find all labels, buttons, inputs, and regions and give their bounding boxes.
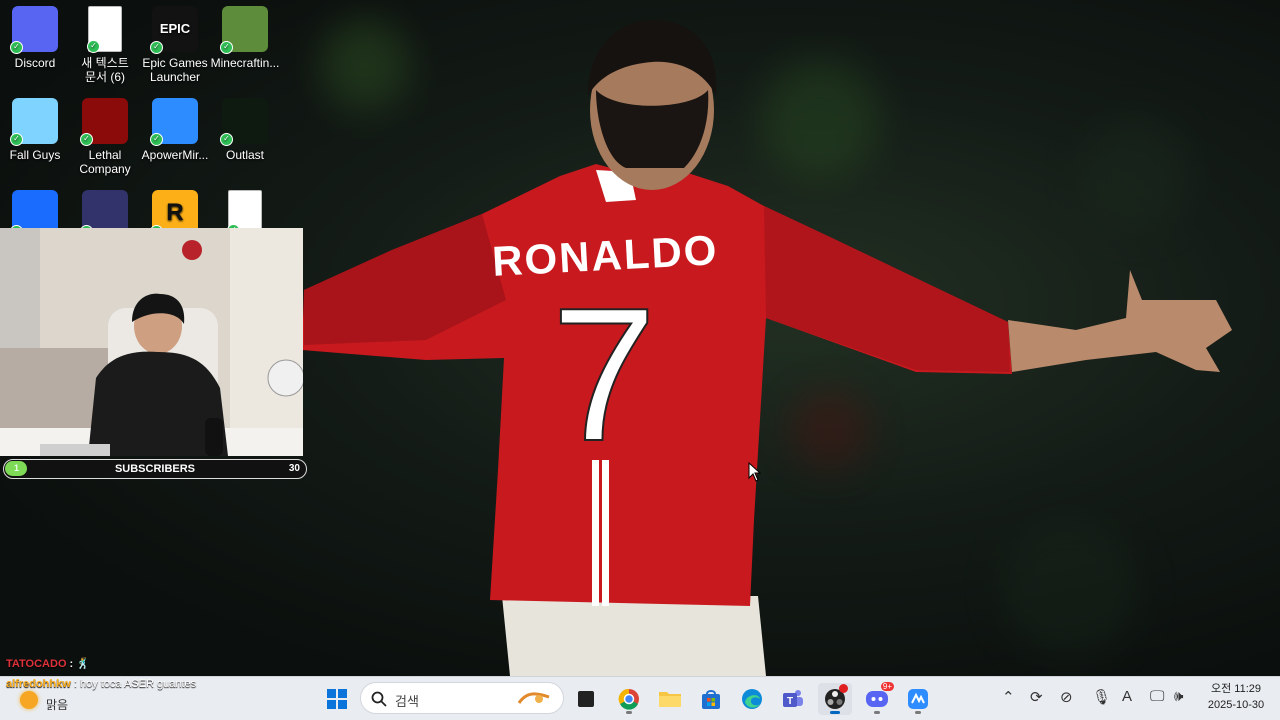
desktop-icon-label: Fall Guys: [9, 148, 61, 162]
start-button[interactable]: [320, 683, 354, 715]
desktop-icon-label: Discord: [14, 56, 56, 70]
sync-icon[interactable]: ⟳: [1030, 688, 1043, 706]
desktop: RONALDO 7 ✓ Discord ✓ 새 텍스트 문서 (6) EPIC ✓ Epic…: [0, 0, 1280, 676]
lethal-company-icon: ✓: [80, 98, 128, 146]
desktop-icon[interactable]: EPIC ✓ Epic Games Launcher: [140, 6, 210, 84]
volume-icon[interactable]: 🕪: [1174, 688, 1183, 705]
webcam-scene: [0, 228, 303, 456]
recording-dot: [839, 684, 848, 693]
chat-text: hoy toca ASER guantes: [79, 678, 197, 690]
file-explorer-dark-icon: [578, 691, 594, 707]
minecraft-icon: ✓: [220, 6, 268, 54]
jersey-number: 7: [551, 269, 657, 481]
taskbar-app-chrome[interactable]: [612, 683, 646, 715]
desktop-icon[interactable]: ✓ Fall Guys: [0, 98, 70, 162]
chat-username: alfredohhkw: [6, 678, 71, 690]
taskbar-app-store[interactable]: [694, 683, 728, 715]
desktop-icon-label: Outlast: [225, 148, 264, 162]
sync-check-icon: ✓: [10, 133, 23, 146]
taskbar-search-box[interactable]: 검색: [360, 682, 564, 714]
store-icon: [702, 690, 720, 709]
taskbar-app-obs[interactable]: [818, 683, 852, 715]
icon-glyph: EPIC: [159, 21, 191, 36]
svg-text:T: T: [787, 696, 793, 707]
running-indicator: [874, 711, 880, 714]
desktop-icon-label: Lethal Company: [79, 148, 131, 176]
epic-games-icon: EPIC ✓: [150, 6, 198, 54]
discord-taskbar-icon: [866, 691, 888, 707]
windows-start-icon: [327, 689, 347, 709]
chat-message: TATOCADO : 🕺: [6, 657, 90, 670]
discord-icon: ✓: [10, 6, 58, 54]
sync-check-icon: ✓: [80, 133, 93, 146]
microphone-icon[interactable]: 🎙: [1092, 688, 1111, 706]
text-document-icon: ✓: [87, 6, 122, 53]
desktop-icon[interactable]: ✓ Discord: [0, 6, 70, 70]
chat-text: 🕺: [76, 658, 90, 670]
clock-date: 2025-10-30: [1207, 699, 1265, 711]
sync-check-icon: ✓: [150, 41, 163, 54]
sync-check-icon: ✓: [220, 133, 233, 146]
taskbar-app-edge[interactable]: [735, 683, 769, 715]
sun-icon: [20, 691, 38, 709]
taskbar-app-explorer[interactable]: [653, 683, 687, 715]
discord-notification-badge: 9+: [880, 682, 894, 691]
subscriber-label: SUBSCRIBERS: [114, 463, 196, 475]
taskbar-app-discord[interactable]: 9+: [860, 682, 894, 715]
security-icon[interactable]: ⊘: [1060, 688, 1073, 706]
clock-time-line: 오전 11:29: [1198, 681, 1274, 697]
chat-username: TATOCADO: [6, 658, 67, 670]
taskbar-app-dark[interactable]: [569, 683, 603, 715]
clock-time: 11:29: [1234, 683, 1262, 695]
clock-ampm: 오전: [1210, 683, 1232, 695]
folder-icon: [659, 692, 681, 707]
sync-check-icon: ✓: [87, 40, 100, 53]
desktop-icon[interactable]: ✓ Outlast: [210, 98, 280, 162]
chat-message: alfredohhkw : hoy toca ASER guantes: [6, 678, 196, 690]
chat-separator: :: [66, 658, 77, 670]
weather-widget[interactable]: 맑음: [18, 687, 78, 717]
sync-check-icon: ✓: [10, 41, 23, 54]
outlast-icon: ✓: [220, 98, 268, 146]
edge-icon: [742, 689, 762, 709]
webcam-overlay: [0, 228, 303, 456]
desktop-icon-label: Minecraftin...: [210, 56, 280, 70]
teams-icon: T: [783, 690, 803, 707]
weather-condition: 맑음: [46, 698, 69, 712]
running-indicator: [915, 711, 921, 714]
wallpaper-player: RONALDO 7: [302, 19, 1232, 676]
sync-check-icon: ✓: [150, 133, 163, 146]
icon-glyph: R: [166, 199, 184, 226]
input-method-icon[interactable]: A: [1122, 688, 1132, 705]
desktop-icon[interactable]: ✓ ApowerMir...: [140, 98, 210, 162]
system-clock[interactable]: 오전 11:29 2025-10-30: [1198, 681, 1274, 715]
fall-guys-icon: ✓: [10, 98, 58, 146]
taskbar-app-teams[interactable]: T: [776, 683, 810, 715]
active-indicator: [830, 711, 840, 714]
desktop-icon[interactable]: ✓ Minecraftin...: [210, 6, 280, 70]
mouse-cursor-icon: [748, 462, 762, 482]
search-icon: [371, 691, 387, 707]
chrome-icon: [618, 688, 639, 710]
desktop-icon-label: Epic Games Launcher: [142, 56, 208, 84]
desktop-icon[interactable]: ✓ 새 텍스트 문서 (6): [70, 6, 140, 84]
network-icon[interactable]: 🖵: [1150, 688, 1164, 705]
apowermirror-icon: ✓: [150, 98, 198, 146]
taskbar-app-apowermirror[interactable]: [901, 683, 935, 715]
search-highlight-icon: [517, 689, 551, 707]
apowermirror-taskbar-icon: [908, 689, 928, 709]
chat-separator: :: [70, 678, 80, 690]
subscriber-goal: 30: [288, 463, 300, 474]
sync-check-icon: ✓: [220, 41, 233, 54]
running-indicator: [626, 711, 632, 714]
search-placeholder: 검색: [395, 694, 419, 709]
subscriber-goal-bar: 1 SUBSCRIBERS 30: [3, 459, 307, 479]
desktop-icon-label: 새 텍스트 문서 (6): [81, 56, 129, 84]
desktop-icon[interactable]: ✓ Lethal Company: [70, 98, 140, 176]
desktop-icon-label: ApowerMir...: [141, 148, 209, 162]
show-hidden-icons-chevron-icon[interactable]: ⌃: [1002, 688, 1015, 706]
